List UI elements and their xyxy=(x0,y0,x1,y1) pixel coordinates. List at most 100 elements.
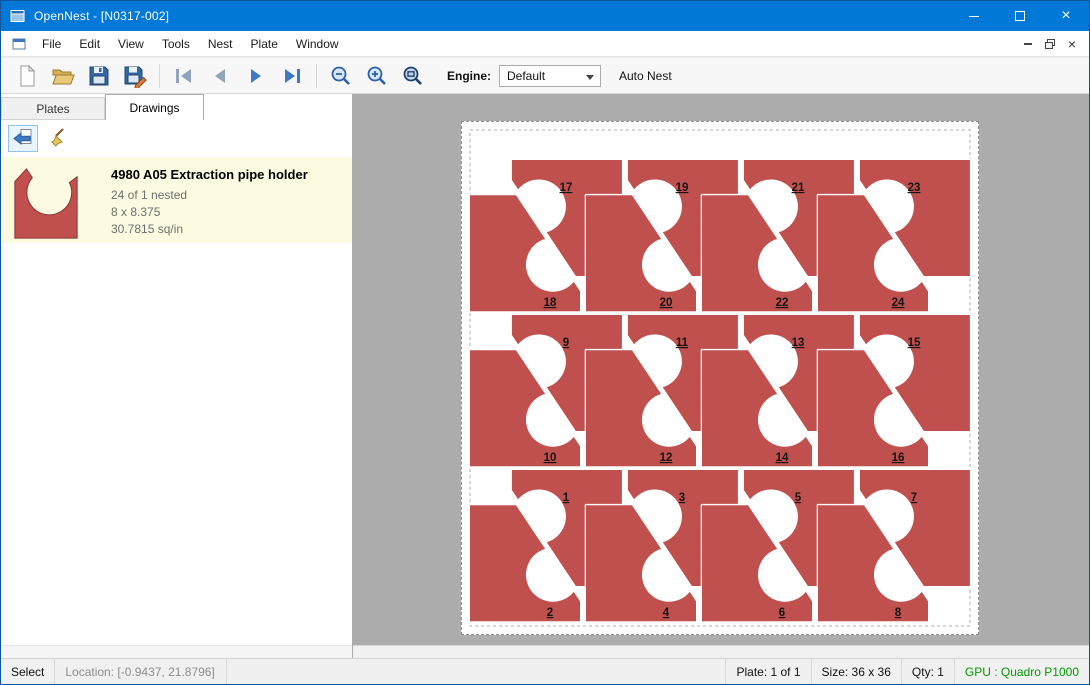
clear-button[interactable] xyxy=(45,125,75,152)
nest-canvas[interactable]: 171819202122232491011121314151612345678 xyxy=(353,94,1089,658)
nested-parts-group: 171819202122232491011121314151612345678 xyxy=(470,160,970,621)
part-number: 11 xyxy=(676,337,689,349)
drawing-nested-count: 24 of 1 nested xyxy=(111,187,308,204)
mdi-minimize-button[interactable] xyxy=(1017,34,1039,54)
status-location: Location: [-0.9437, 21.8796] xyxy=(55,659,227,684)
status-plate: Plate: 1 of 1 xyxy=(725,659,810,684)
part-number: 5 xyxy=(795,492,802,504)
part-number: 20 xyxy=(660,297,673,309)
part-number: 19 xyxy=(676,182,689,194)
new-file-icon xyxy=(15,64,39,88)
mdi-close-button[interactable]: × xyxy=(1061,34,1083,54)
app-window: OpenNest - [N0317-002] × File Edit View … xyxy=(0,0,1090,685)
tab-drawings[interactable]: Drawings xyxy=(105,94,204,120)
menu-window[interactable]: Window xyxy=(287,31,348,56)
broom-icon xyxy=(48,126,72,150)
part-thumbnail xyxy=(9,165,83,241)
next-plate-button[interactable] xyxy=(238,61,274,91)
open-button[interactable] xyxy=(45,61,81,91)
auto-nest-button[interactable]: Auto Nest xyxy=(619,69,672,83)
zoom-out-icon xyxy=(329,64,353,88)
app-icon xyxy=(10,8,26,24)
status-size: Size: 36 x 36 xyxy=(811,659,901,684)
save-button[interactable] xyxy=(81,61,117,91)
part-number: 13 xyxy=(792,337,805,349)
menu-nest[interactable]: Nest xyxy=(199,31,242,56)
drawing-area: 30.7815 sq/in xyxy=(111,221,308,238)
drawing-title: 4980 A05 Extraction pipe holder xyxy=(111,167,308,182)
window-title: OpenNest - [N0317-002] xyxy=(34,9,169,23)
part-number: 4 xyxy=(663,607,670,619)
drawing-dimensions: 8 x 8.375 xyxy=(111,204,308,221)
send-to-plate-button[interactable] xyxy=(8,125,38,152)
part-number: 21 xyxy=(792,182,805,194)
close-button[interactable]: × xyxy=(1043,1,1089,31)
part-number: 22 xyxy=(776,297,789,309)
menu-edit[interactable]: Edit xyxy=(70,31,109,56)
menu-tools[interactable]: Tools xyxy=(153,31,199,56)
previous-plate-button[interactable] xyxy=(202,61,238,91)
zoom-in-button[interactable] xyxy=(359,61,395,91)
menu-plate[interactable]: Plate xyxy=(242,31,287,56)
mdi-minimize-icon xyxy=(1024,43,1032,45)
part-number: 18 xyxy=(544,297,557,309)
statusbar: Select Location: [-0.9437, 21.8796] Plat… xyxy=(1,658,1089,684)
zoom-out-button[interactable] xyxy=(323,61,359,91)
minimize-button[interactable] xyxy=(951,1,997,31)
engine-select[interactable]: Default xyxy=(499,65,601,87)
left-panel: Plates Drawings xyxy=(1,94,353,658)
mdi-restore-button[interactable] xyxy=(1039,34,1061,54)
panel-horizontal-scrollbar[interactable] xyxy=(1,645,352,658)
maximize-icon xyxy=(1015,11,1025,21)
part-number: 14 xyxy=(776,452,789,464)
part-number: 3 xyxy=(679,492,685,504)
close-icon: × xyxy=(1061,8,1070,24)
zoom-in-icon xyxy=(365,64,389,88)
first-plate-button[interactable] xyxy=(166,61,202,91)
toolbar: Engine: Default Auto Nest xyxy=(1,57,1089,94)
new-button[interactable] xyxy=(9,61,45,91)
part-number: 7 xyxy=(911,492,917,504)
blue-arrow-page-icon xyxy=(11,126,35,150)
chevron-down-icon xyxy=(586,75,594,80)
next-arrow-icon xyxy=(244,64,268,88)
menubar: File Edit View Tools Nest Plate Window × xyxy=(1,31,1089,57)
save-edit-button[interactable] xyxy=(117,61,153,91)
status-qty: Qty: 1 xyxy=(901,659,954,684)
first-arrow-icon xyxy=(172,64,196,88)
tab-strip: Plates Drawings xyxy=(1,94,352,120)
part-number: 16 xyxy=(892,452,905,464)
minimize-icon xyxy=(969,16,979,17)
part-number: 6 xyxy=(779,607,785,619)
part-number: 8 xyxy=(895,607,902,619)
save-icon xyxy=(87,64,111,88)
zoom-fit-icon xyxy=(401,64,425,88)
main-area: Plates Drawings xyxy=(1,94,1089,658)
drawings-toolbar xyxy=(1,121,352,155)
menu-view[interactable]: View xyxy=(109,31,153,56)
part-number: 24 xyxy=(892,297,905,309)
save-edit-icon xyxy=(123,64,147,88)
part-number: 9 xyxy=(563,337,569,349)
zoom-fit-button[interactable] xyxy=(395,61,431,91)
document-window-icon[interactable] xyxy=(11,36,27,52)
menu-file[interactable]: File xyxy=(33,31,70,56)
canvas-horizontal-scrollbar[interactable] xyxy=(353,645,1089,658)
open-folder-icon xyxy=(51,64,75,88)
toolbar-separator xyxy=(316,64,317,88)
last-arrow-icon xyxy=(280,64,304,88)
previous-arrow-icon xyxy=(208,64,232,88)
drawing-list-item[interactable]: 4980 A05 Extraction pipe holder 24 of 1 … xyxy=(1,157,352,243)
part-number: 2 xyxy=(547,607,553,619)
plate: 171819202122232491011121314151612345678 xyxy=(461,121,979,635)
maximize-button[interactable] xyxy=(997,1,1043,31)
status-gpu: GPU : Quadro P1000 xyxy=(954,659,1089,684)
engine-label: Engine: xyxy=(447,69,491,83)
status-spacer xyxy=(227,659,725,684)
part-number: 1 xyxy=(563,492,570,504)
drawing-info: 4980 A05 Extraction pipe holder 24 of 1 … xyxy=(111,163,308,237)
part-number: 10 xyxy=(544,452,557,464)
last-plate-button[interactable] xyxy=(274,61,310,91)
tab-plates[interactable]: Plates xyxy=(1,97,105,120)
mdi-close-icon: × xyxy=(1068,37,1076,51)
